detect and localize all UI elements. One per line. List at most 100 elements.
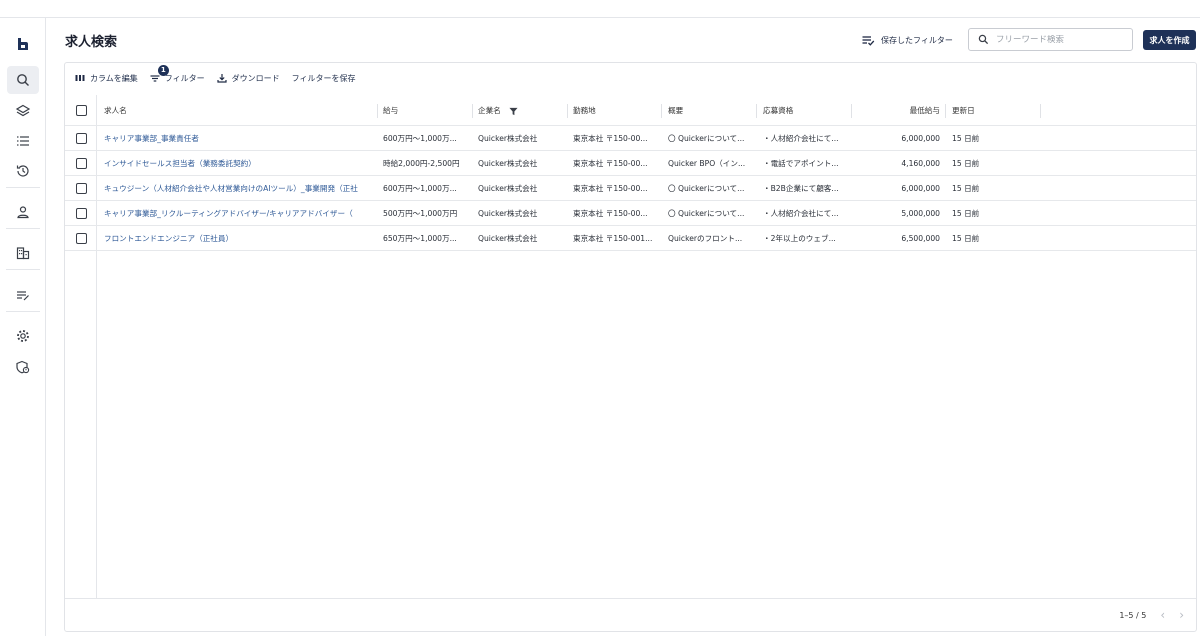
sidebar-item-layers[interactable] (7, 97, 39, 125)
column-header-location[interactable]: 勤務地 (573, 95, 658, 125)
summary-cell: 〇 Quickerについて... (668, 133, 745, 143)
min-salary-cell: 6,500,000 (901, 233, 940, 243)
brand-logo[interactable] (7, 30, 39, 58)
edit-list-icon (17, 291, 29, 301)
requirements-cell: ・電話でアポイント... (763, 158, 839, 168)
download-icon (217, 74, 227, 83)
sidebar-divider (6, 269, 40, 270)
salary-cell: 500万円〜1,000万円 (383, 208, 458, 218)
logo-icon (18, 38, 28, 50)
summary-cell: Quicker BPO（イン... (668, 158, 746, 168)
sidebar-item-history[interactable] (7, 157, 39, 185)
column-header-summary[interactable]: 概要 (668, 95, 753, 125)
list-icon (17, 136, 29, 146)
filter-label: フィルター (164, 73, 205, 83)
min-salary-cell: 5,000,000 (901, 208, 940, 218)
column-header-min-salary[interactable]: 最低給与 (857, 95, 940, 125)
saved-filter-button[interactable]: 保存したフィルター (862, 32, 953, 48)
top-border (0, 17, 1200, 18)
row-checkbox[interactable] (76, 158, 87, 169)
location-cell: 東京本社 〒150-001... (573, 233, 653, 243)
column-separator (945, 104, 946, 118)
person-icon (17, 206, 29, 219)
create-job-button[interactable]: 求人を作成 (1143, 30, 1196, 50)
job-name-link[interactable]: キャリア事業部_リクルーティングアドバイザー/キャリアアドバイザー（ (104, 201, 374, 225)
column-separator (472, 104, 473, 118)
job-name-link[interactable]: インサイドセールス担当者（業務委託契約） (104, 151, 374, 175)
column-header-updated[interactable]: 更新日 (952, 95, 1012, 125)
row-checkbox[interactable] (76, 208, 87, 219)
job-name-link[interactable]: キャリア事業部_事業責任者 (104, 126, 374, 150)
table-row[interactable]: フロントエンドエンジニア（正社員） 650万円〜1,000万... Quicke… (65, 226, 1196, 251)
sidebar-divider (6, 187, 40, 188)
app-root: 求人検索 保存したフィルター 求人を作成 カラムを編集 1 フィルター ダウン (0, 0, 1200, 636)
table-row[interactable]: キャリア事業部_事業責任者 600万円〜1,000万... Quicker株式会… (65, 126, 1196, 151)
sidebar-item-security[interactable] (7, 353, 39, 381)
sidebar-item-tasks[interactable] (7, 281, 39, 309)
min-salary-cell: 6,000,000 (901, 183, 940, 193)
sidebar-divider (6, 311, 40, 312)
updated-cell: 15 日前 (952, 183, 980, 193)
sidebar-item-settings[interactable] (7, 322, 39, 350)
pagination: 1–5 / 5 ‹ › (1119, 608, 1184, 622)
row-checkbox[interactable] (76, 133, 87, 144)
job-name-link[interactable]: キュウジーン（人材紹介会社や人材営業向けのAIツール）_事業開発（正社 (104, 176, 374, 200)
table-row[interactable]: キャリア事業部_リクルーティングアドバイザー/キャリアアドバイザー（ 500万円… (65, 201, 1196, 226)
sidebar-item-search[interactable] (7, 66, 39, 94)
min-salary-cell: 6,000,000 (901, 133, 940, 143)
row-checkbox[interactable] (76, 183, 87, 194)
table-toolbar: カラムを編集 1 フィルター ダウンロード フィルターを保存 (75, 64, 367, 85)
table-row[interactable]: キュウジーン（人材紹介会社や人材営業向けのAIツール）_事業開発（正社 600万… (65, 176, 1196, 201)
salary-cell: 600万円〜1,000万... (383, 133, 457, 143)
job-table-panel: カラムを編集 1 フィルター ダウンロード フィルターを保存 求人名 給与 企業… (64, 62, 1197, 632)
table-header-row: 求人名 給与 企業名 勤務地 概要 応募資格 最低給与 更新日 (65, 95, 1196, 126)
filter-button[interactable]: 1 フィルター (150, 64, 205, 84)
edit-columns-button[interactable]: カラムを編集 (75, 73, 138, 84)
updated-cell: 15 日前 (952, 208, 980, 218)
shield-icon (16, 360, 30, 374)
table-footer-divider (65, 598, 1196, 599)
row-checkbox[interactable] (76, 233, 87, 244)
building-icon (16, 247, 30, 260)
sidebar (0, 18, 46, 636)
location-cell: 東京本社 〒150-00... (573, 183, 648, 193)
column-filter-icon[interactable] (509, 107, 518, 116)
search-icon (17, 74, 29, 86)
company-cell: Quicker株式会社 (478, 233, 538, 243)
download-label: ダウンロード (231, 73, 280, 83)
search-input[interactable] (996, 34, 1116, 45)
prev-page-icon[interactable]: ‹ (1160, 608, 1165, 622)
column-header-salary[interactable]: 給与 (383, 95, 468, 125)
location-cell: 東京本社 〒150-00... (573, 133, 648, 143)
column-separator (661, 104, 662, 118)
save-filter-label: フィルターを保存 (291, 73, 356, 83)
updated-cell: 15 日前 (952, 133, 980, 143)
updated-cell: 15 日前 (952, 158, 980, 168)
table-row[interactable]: インサイドセールス担当者（業務委託契約） 時給2,000円-2,500円 Qui… (65, 151, 1196, 176)
salary-cell: 650万円〜1,000万... (383, 233, 457, 243)
search-field[interactable] (968, 28, 1133, 51)
salary-cell: 時給2,000円-2,500円 (383, 158, 460, 168)
column-header-name[interactable]: 求人名 (104, 95, 374, 125)
sidebar-item-person[interactable] (7, 198, 39, 226)
column-separator (377, 104, 378, 118)
layers-icon (15, 104, 31, 117)
location-cell: 東京本社 〒150-00... (573, 208, 648, 218)
next-page-icon[interactable]: › (1179, 608, 1184, 622)
select-all-checkbox[interactable] (76, 105, 87, 116)
history-icon (16, 165, 29, 177)
summary-cell: Quickerのフロント... (668, 233, 743, 243)
requirements-cell: ・2年以上のウェブ... (763, 233, 836, 243)
save-filter-button[interactable]: フィルターを保存 (292, 73, 356, 84)
column-header-requirements[interactable]: 応募資格 (763, 95, 848, 125)
sidebar-item-company[interactable] (7, 239, 39, 267)
sidebar-item-list[interactable] (7, 127, 39, 155)
job-name-link[interactable]: フロントエンドエンジニア（正社員） (104, 226, 374, 250)
gear-icon (17, 330, 29, 342)
page-title: 求人検索 (65, 35, 118, 50)
download-button[interactable]: ダウンロード (217, 73, 280, 84)
updated-cell: 15 日前 (952, 233, 980, 243)
saved-filter-icon (862, 35, 875, 46)
sidebar-divider (6, 228, 40, 229)
company-cell: Quicker株式会社 (478, 208, 538, 218)
